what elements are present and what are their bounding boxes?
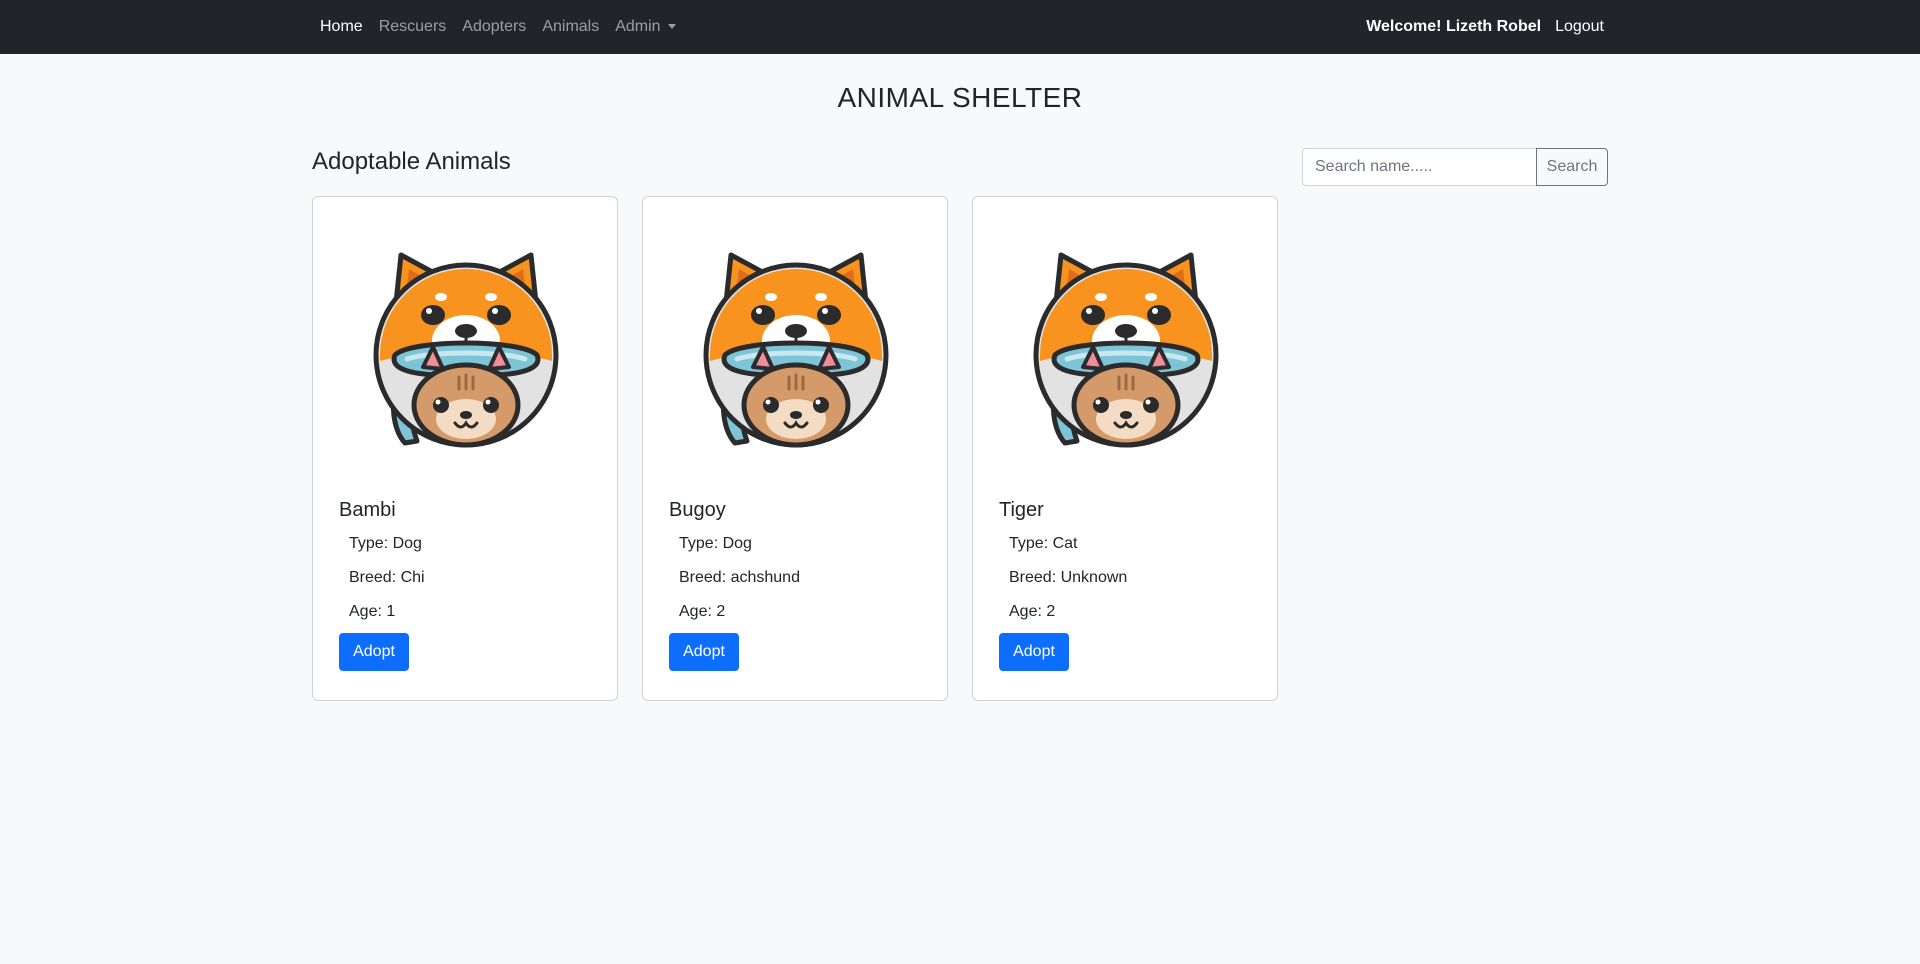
- page-title: ANIMAL SHELTER: [837, 82, 1083, 113]
- animal-type: Type: Cat: [1009, 535, 1078, 552]
- nav-adopters-link[interactable]: Adopters: [454, 18, 534, 36]
- search-input[interactable]: [1302, 148, 1536, 186]
- chevron-down-icon: [667, 23, 676, 29]
- animal-image: [371, 243, 561, 449]
- animal-age: Age: 2: [679, 603, 726, 620]
- nav-links: Home Rescuers Adopters Animals Admin: [312, 0, 684, 54]
- nav-animals-link[interactable]: Animals: [534, 18, 607, 36]
- animal-card: Tiger Type: Cat Breed: Unknown Age: 2 Ad…: [972, 196, 1278, 701]
- section-title: Adoptable Animals: [312, 148, 511, 175]
- animal-breed: Breed: Unknown: [1009, 569, 1128, 586]
- animal-cards: Bambi Type: Dog Breed: Chi Age: 1 Adopt …: [312, 196, 1278, 701]
- animal-card: Bambi Type: Dog Breed: Chi Age: 1 Adopt: [312, 196, 618, 701]
- search-button[interactable]: Search: [1536, 148, 1608, 186]
- nav-user-area: Welcome! Lizeth Robel Logout: [1366, 0, 1604, 54]
- animal-card: Bugoy Type: Dog Breed: achshund Age: 2 A…: [642, 196, 948, 701]
- adopt-button[interactable]: Adopt: [999, 633, 1069, 671]
- card-body: Bambi Type: Dog Breed: Chi Age: 1 Adopt: [339, 499, 601, 671]
- search-form: Search: [1302, 148, 1608, 186]
- welcome-text: Welcome! Lizeth Robel: [1366, 18, 1542, 35]
- animal-breed: Breed: achshund: [679, 569, 800, 586]
- animal-name: Tiger: [999, 499, 1044, 521]
- animal-breed: Breed: Chi: [349, 569, 425, 586]
- card-body: Bugoy Type: Dog Breed: achshund Age: 2 A…: [669, 499, 931, 671]
- logout-link[interactable]: Logout: [1555, 18, 1604, 36]
- animal-age: Age: 1: [349, 603, 396, 620]
- adopt-button[interactable]: Adopt: [339, 633, 409, 671]
- nav-admin-label: Admin: [615, 18, 661, 35]
- animal-type: Type: Dog: [349, 535, 422, 552]
- adopt-button[interactable]: Adopt: [669, 633, 739, 671]
- card-body: Tiger Type: Cat Breed: Unknown Age: 2 Ad…: [999, 499, 1261, 671]
- nav-rescuers-link[interactable]: Rescuers: [371, 18, 455, 36]
- animal-age: Age: 2: [1009, 603, 1056, 620]
- animal-image: [1031, 243, 1221, 449]
- animal-type: Type: Dog: [679, 535, 752, 552]
- animal-name: Bugoy: [669, 499, 726, 521]
- animal-name: Bambi: [339, 499, 396, 521]
- top-navbar: Home Rescuers Adopters Animals Admin Wel…: [0, 0, 1920, 54]
- nav-home-link[interactable]: Home: [312, 18, 371, 36]
- nav-admin-dropdown[interactable]: Admin: [607, 18, 683, 36]
- animal-image: [701, 243, 891, 449]
